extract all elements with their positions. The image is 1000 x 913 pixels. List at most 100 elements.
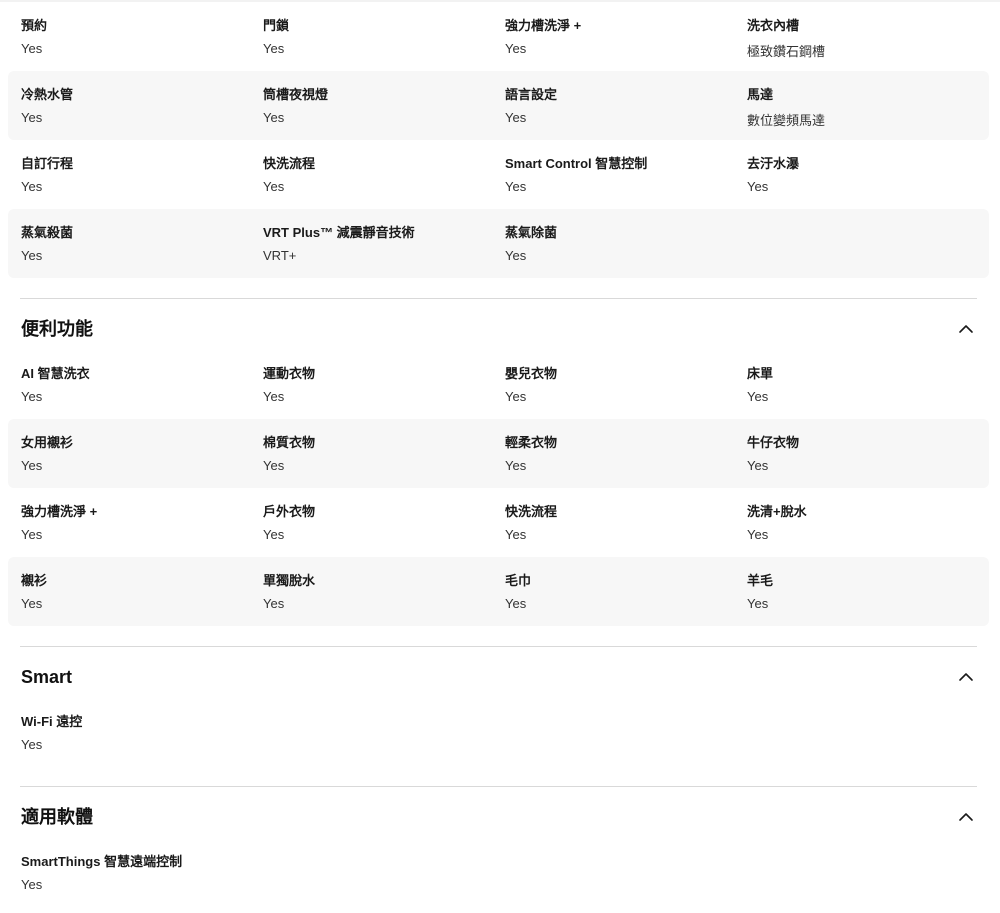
spec-value: Yes bbox=[505, 110, 527, 125]
spec-label: 牛仔衣物 bbox=[747, 435, 800, 450]
spec-value: Yes bbox=[263, 179, 285, 194]
spec-value: Yes bbox=[263, 41, 285, 56]
spec-label: 筒槽夜視燈 bbox=[263, 87, 329, 102]
spec-value: Yes bbox=[21, 389, 43, 404]
spec-item: 門鎖 Yes bbox=[263, 2, 505, 71]
spec-item: 語言設定 Yes bbox=[505, 71, 747, 140]
spec-label: 自訂行程 bbox=[21, 156, 74, 171]
spec-grid-software: SmartThings 智慧遠端控制 Yes bbox=[8, 838, 989, 907]
spec-value: Yes bbox=[21, 596, 43, 611]
spec-value: Yes bbox=[21, 110, 43, 125]
spec-label: 單獨脫水 bbox=[263, 573, 316, 588]
spec-label: 羊毛 bbox=[747, 573, 774, 588]
spec-value: Yes bbox=[21, 877, 43, 892]
spec-label: 語言設定 bbox=[505, 87, 558, 102]
spec-row: 蒸氣殺菌 Yes VRT Plus™ 減震靜音技術 VRT+ 蒸氣除菌 Yes bbox=[8, 209, 989, 278]
spec-item: 蒸氣殺菌 Yes bbox=[21, 209, 263, 278]
spec-label: AI 智慧洗衣 bbox=[21, 366, 90, 381]
spec-item: 床單 Yes bbox=[747, 350, 989, 419]
chevron-up-icon[interactable] bbox=[958, 321, 974, 337]
section-title: 便利功能 bbox=[21, 319, 93, 339]
spec-value: Yes bbox=[263, 596, 285, 611]
spec-label: 戶外衣物 bbox=[263, 504, 316, 519]
spec-item: 馬達 數位變頻馬達 bbox=[747, 71, 989, 140]
spec-value: Yes bbox=[21, 41, 43, 56]
spec-item: 戶外衣物 Yes bbox=[263, 488, 505, 557]
spec-value: 數位變頻馬達 bbox=[747, 113, 826, 128]
spec-label: 預約 bbox=[21, 18, 48, 33]
spec-label: VRT Plus™ 減震靜音技術 bbox=[263, 225, 415, 240]
section-header-smart[interactable]: Smart bbox=[20, 662, 977, 692]
section-title: Smart bbox=[21, 667, 73, 687]
spec-grid-convenience: AI 智慧洗衣 Yes 運動衣物 Yes 嬰兒衣物 Yes 床單 Yes 女用襯… bbox=[8, 350, 989, 626]
spec-item: Wi-Fi 遠控 Yes bbox=[21, 698, 270, 767]
section-divider bbox=[20, 646, 977, 647]
spec-item: 快洗流程 Yes bbox=[505, 488, 747, 557]
spec-label: 強力槽洗淨 + bbox=[21, 504, 98, 519]
spec-label: SmartThings 智慧遠端控制 bbox=[21, 854, 183, 869]
spec-item: 洗衣內槽 極致鑽石鋼槽 bbox=[747, 2, 989, 71]
spec-value: Yes bbox=[505, 179, 527, 194]
spec-item: AI 智慧洗衣 Yes bbox=[21, 350, 263, 419]
section-header-convenience[interactable]: 便利功能 bbox=[20, 314, 977, 344]
spec-label: Smart Control 智慧控制 bbox=[505, 156, 648, 171]
spec-item: 強力槽洗淨 + Yes bbox=[505, 2, 747, 71]
spec-value: 極致鑽石鋼槽 bbox=[747, 44, 826, 59]
spec-label: 洗清+脫水 bbox=[747, 504, 807, 519]
spec-label: 女用襯衫 bbox=[21, 435, 74, 450]
chevron-up-icon[interactable] bbox=[958, 669, 974, 685]
spec-item: 洗清+脫水 Yes bbox=[747, 488, 989, 557]
spec-value: Yes bbox=[747, 527, 769, 542]
spec-value: Yes bbox=[21, 527, 43, 542]
spec-value: Yes bbox=[505, 527, 527, 542]
spec-item: 棉質衣物 Yes bbox=[263, 419, 505, 488]
spec-label: 床單 bbox=[747, 366, 774, 381]
spec-item: 筒槽夜視燈 Yes bbox=[263, 71, 505, 140]
spec-value: Yes bbox=[505, 389, 527, 404]
spec-row: 預約 Yes 門鎖 Yes 強力槽洗淨 + Yes 洗衣內槽 極致鑽石鋼槽 bbox=[8, 2, 989, 71]
spec-value: Yes bbox=[263, 110, 285, 125]
spec-item: Smart Control 智慧控制 Yes bbox=[505, 140, 747, 209]
section-title: 適用軟體 bbox=[21, 807, 93, 827]
spec-label: 馬達 bbox=[747, 87, 774, 102]
spec-label: 蒸氣殺菌 bbox=[21, 225, 74, 240]
spec-label: 快洗流程 bbox=[505, 504, 558, 519]
spec-item: 預約 Yes bbox=[21, 2, 263, 71]
spec-row: 襯衫 Yes 單獨脫水 Yes 毛巾 Yes 羊毛 Yes bbox=[8, 557, 989, 626]
spec-row: 女用襯衫 Yes 棉質衣物 Yes 輕柔衣物 Yes 牛仔衣物 Yes bbox=[8, 419, 989, 488]
spec-row: SmartThings 智慧遠端控制 Yes bbox=[8, 838, 989, 907]
spec-grid-smart: Wi-Fi 遠控 Yes bbox=[8, 698, 989, 767]
spec-item: 女用襯衫 Yes bbox=[21, 419, 263, 488]
spec-row: Wi-Fi 遠控 Yes bbox=[8, 698, 989, 767]
spec-item: 羊毛 Yes bbox=[747, 557, 989, 626]
spec-value: Yes bbox=[21, 248, 43, 263]
section-header-software[interactable]: 適用軟體 bbox=[20, 802, 977, 832]
spec-value: Yes bbox=[505, 248, 527, 263]
spec-item: SmartThings 智慧遠端控制 Yes bbox=[21, 838, 270, 907]
spec-item-empty bbox=[747, 209, 989, 278]
spec-value: Yes bbox=[747, 596, 769, 611]
spec-item: 單獨脫水 Yes bbox=[263, 557, 505, 626]
chevron-up-icon[interactable] bbox=[958, 809, 974, 825]
spec-value: Yes bbox=[747, 458, 769, 473]
spec-item: 運動衣物 Yes bbox=[263, 350, 505, 419]
section-divider bbox=[20, 298, 977, 299]
spec-label: 嬰兒衣物 bbox=[505, 366, 558, 381]
spec-label: 棉質衣物 bbox=[263, 435, 316, 450]
spec-label: 毛巾 bbox=[505, 573, 532, 588]
spec-label: 運動衣物 bbox=[263, 366, 316, 381]
spec-value: Yes bbox=[747, 179, 769, 194]
spec-label: 蒸氣除菌 bbox=[505, 225, 558, 240]
spec-label: 快洗流程 bbox=[263, 156, 316, 171]
spec-item: 自訂行程 Yes bbox=[21, 140, 263, 209]
spec-label: 洗衣內槽 bbox=[747, 18, 800, 33]
spec-value: VRT+ bbox=[263, 248, 297, 263]
spec-item: 牛仔衣物 Yes bbox=[747, 419, 989, 488]
spec-item: 去汙水瀑 Yes bbox=[747, 140, 989, 209]
spec-item: 輕柔衣物 Yes bbox=[505, 419, 747, 488]
spec-label: Wi-Fi 遠控 bbox=[21, 714, 83, 729]
spec-row: AI 智慧洗衣 Yes 運動衣物 Yes 嬰兒衣物 Yes 床單 Yes bbox=[8, 350, 989, 419]
section-divider bbox=[20, 786, 977, 787]
spec-label: 襯衫 bbox=[21, 573, 48, 588]
spec-item: 冷熱水管 Yes bbox=[21, 71, 263, 140]
